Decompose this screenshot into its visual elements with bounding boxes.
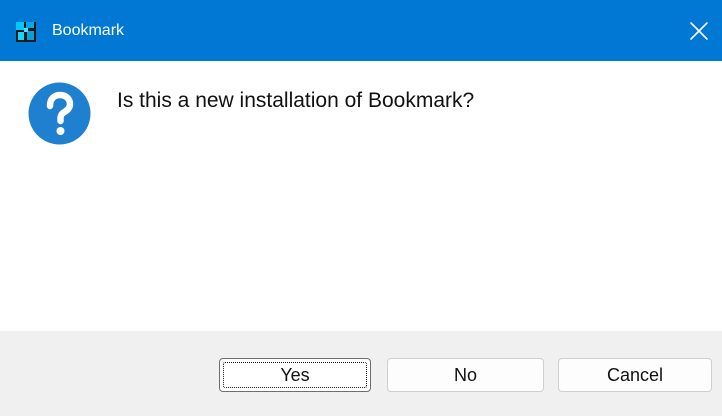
close-icon	[690, 22, 708, 40]
dialog-window: Bookmark Is this a new installation of B…	[0, 0, 722, 416]
button-bar: Yes No Cancel	[0, 331, 722, 416]
cancel-button-label: Cancel	[606, 365, 664, 385]
dialog-message: Is this a new installation of Bookmark?	[117, 89, 475, 112]
close-button[interactable]	[686, 18, 712, 44]
bookmark-app-icon	[16, 22, 36, 42]
dialog-content: Is this a new installation of Bookmark?	[0, 61, 722, 331]
no-button-label: No	[453, 365, 477, 385]
yes-button[interactable]: Yes	[219, 358, 371, 392]
question-icon	[28, 82, 91, 145]
title-bar: Bookmark	[0, 0, 722, 61]
yes-button-label: Yes	[280, 365, 310, 385]
window-title: Bookmark	[52, 22, 125, 39]
cancel-button[interactable]: Cancel	[558, 358, 712, 392]
no-button[interactable]: No	[387, 358, 544, 392]
